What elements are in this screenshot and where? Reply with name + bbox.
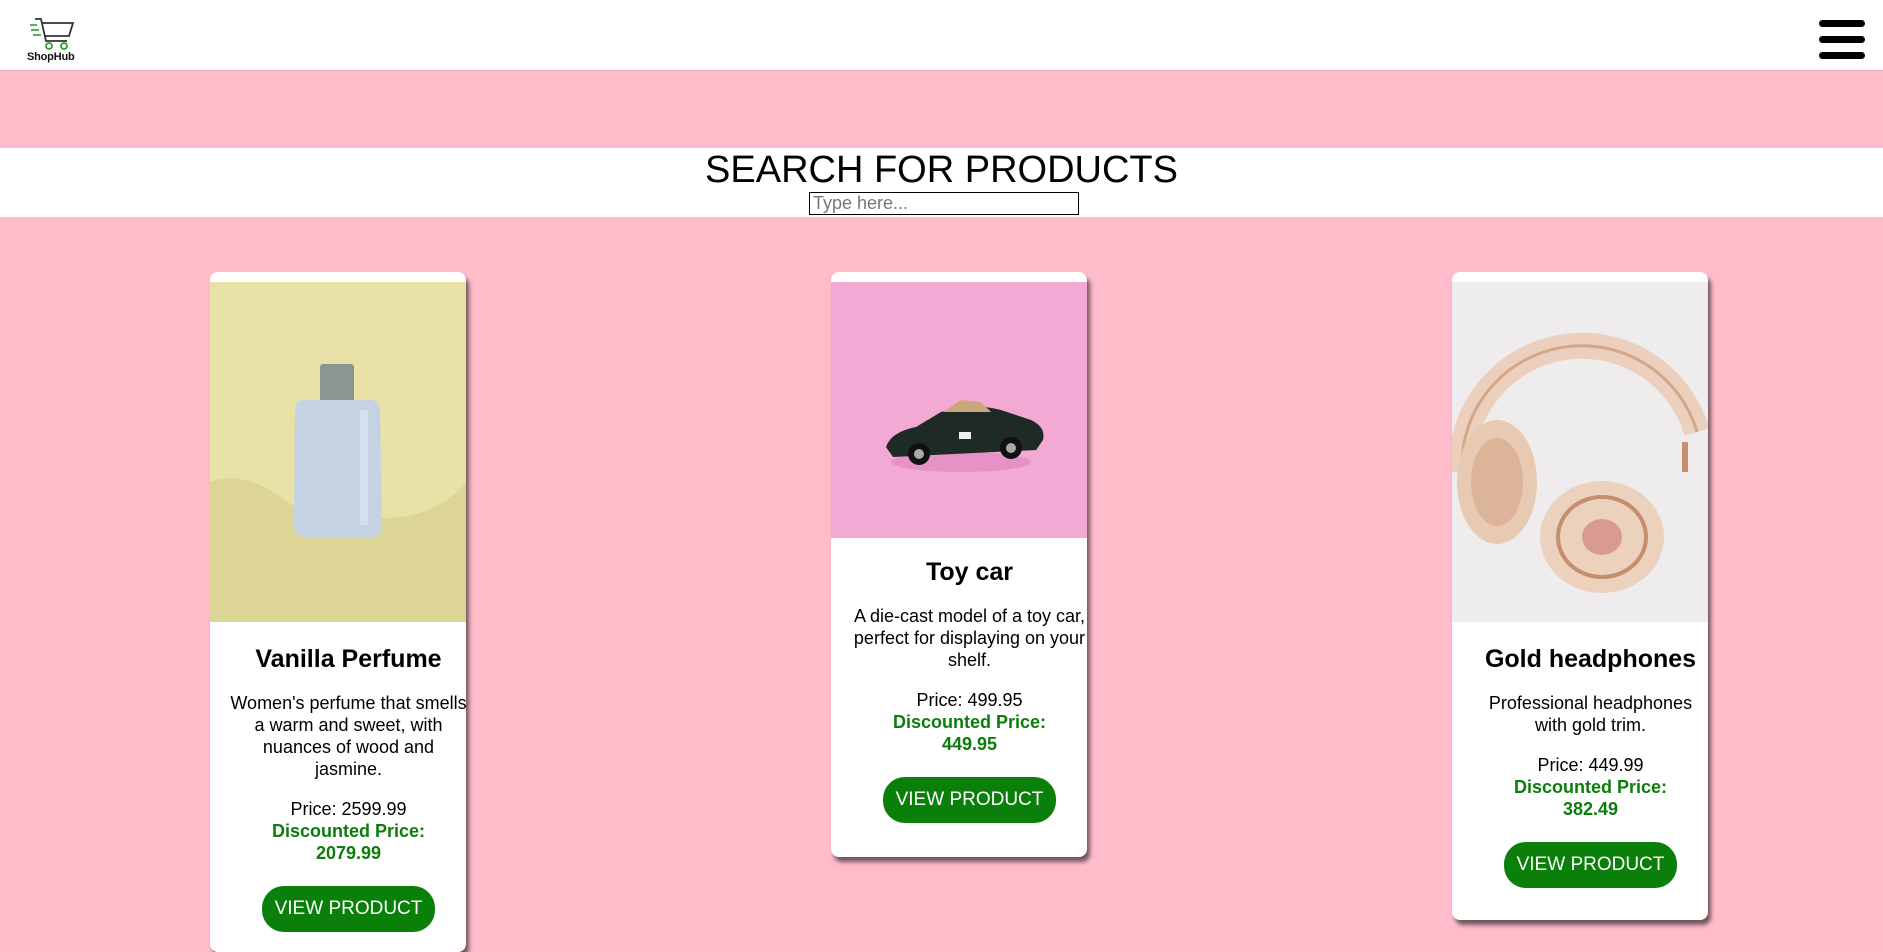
search-title: SEARCH FOR PRODUCTS	[705, 149, 1178, 191]
discount-value: 449.95	[941, 734, 998, 754]
product-card: Toy car A die-cast model of a toy car, p…	[831, 272, 1087, 857]
logo-text: ShopHub	[27, 51, 75, 63]
product-price: Price: 2599.99	[290, 799, 407, 819]
product-card: Gold headphones Professional headphones …	[1452, 272, 1708, 920]
menu-bar	[1819, 36, 1865, 43]
headphones-image[interactable]	[1452, 282, 1708, 622]
view-product-button[interactable]: VIEW PRODUCT	[1503, 842, 1678, 888]
search-section: SEARCH FOR PRODUCTS	[0, 148, 1883, 217]
hamburger-menu-icon[interactable]	[1819, 18, 1865, 62]
discount-label: Discounted Price:	[271, 821, 426, 841]
top-navbar: ShopHub	[0, 0, 1883, 71]
view-product-button[interactable]: VIEW PRODUCT	[261, 886, 436, 932]
shopping-cart-icon	[30, 18, 75, 50]
search-input[interactable]	[809, 192, 1079, 215]
discount-value: 382.49	[1562, 799, 1619, 819]
menu-bar	[1819, 20, 1865, 27]
perfume-bottle-image[interactable]	[210, 282, 466, 622]
shophub-logo[interactable]: ShopHub	[26, 16, 76, 66]
product-name: Toy car	[925, 558, 1014, 586]
product-description: Women's perfume that smells a warm and s…	[230, 693, 466, 779]
product-card: Vanilla Perfume Women's perfume that sme…	[210, 272, 466, 952]
product-description: A die-cast model of a toy car, perfect f…	[853, 606, 1086, 670]
discount-label: Discounted Price:	[892, 712, 1047, 732]
product-price: Price: 449.99	[1537, 755, 1644, 775]
toy-car-image[interactable]	[831, 282, 1087, 538]
product-name: Gold headphones	[1484, 645, 1697, 673]
discount-value: 2079.99	[315, 843, 382, 863]
product-description: Professional headphones with gold trim.	[1488, 693, 1693, 735]
view-product-button[interactable]: VIEW PRODUCT	[882, 777, 1057, 823]
menu-bar	[1819, 52, 1865, 59]
product-name: Vanilla Perfume	[255, 645, 442, 673]
product-price: Price: 499.95	[916, 690, 1023, 710]
discount-label: Discounted Price:	[1513, 777, 1668, 797]
